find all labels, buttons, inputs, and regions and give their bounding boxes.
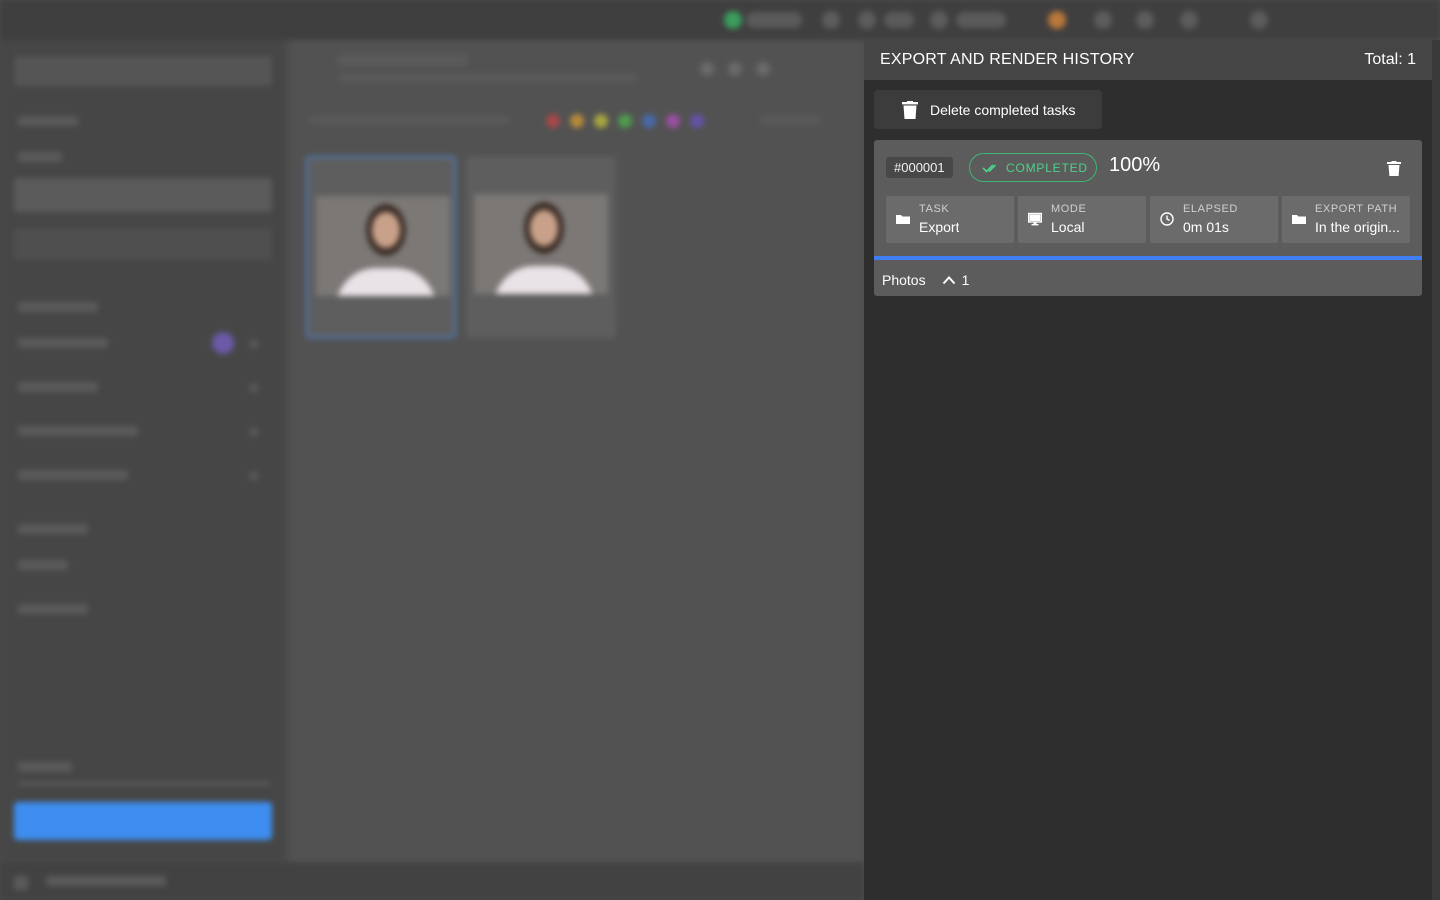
- analyze-button: [14, 802, 272, 840]
- toolbar-icon: [756, 62, 770, 76]
- sidebar-count: [250, 472, 258, 480]
- color-label-purple: [666, 114, 680, 128]
- sidebar-item: [18, 604, 88, 614]
- top-bar-chip: [884, 12, 914, 28]
- folder-icon: [896, 215, 910, 224]
- info-label: MODE: [1051, 203, 1087, 215]
- photos-toggle[interactable]: 1: [942, 272, 970, 288]
- photo-thumbnail: [306, 156, 456, 338]
- top-bar-icon: [1180, 11, 1198, 29]
- status-icon: [14, 876, 28, 890]
- info-value: In the origin...: [1315, 219, 1400, 235]
- breadcrumb: [338, 74, 638, 82]
- info-value: 0m 01s: [1183, 219, 1229, 235]
- sidebar-heading: [18, 302, 98, 312]
- toolbar-icon: [728, 62, 742, 76]
- panel-header: EXPORT AND RENDER HISTORY Total: 1: [864, 40, 1432, 80]
- top-bar-icon: [858, 11, 876, 29]
- info-label: EXPORT PATH: [1315, 203, 1398, 215]
- photo-body: [336, 268, 436, 296]
- status-text: COMPLETED: [1006, 160, 1088, 175]
- photos-label: Photos: [882, 272, 926, 288]
- photo-thumbnail: [466, 156, 616, 338]
- delete-completed-label: Delete completed tasks: [930, 101, 1076, 118]
- toolbar-tools: [310, 116, 510, 124]
- task-percent: 100%: [1109, 154, 1161, 176]
- monitor-icon: [1028, 212, 1042, 226]
- status-text: [46, 876, 166, 886]
- info-mode: MODE Local: [1018, 196, 1146, 243]
- sidebar-item: [18, 560, 68, 570]
- color-label-violet: [690, 114, 704, 128]
- app-top-bar: [0, 0, 1440, 40]
- scrollbar-track[interactable]: [1432, 40, 1440, 900]
- folder-icon: [1292, 215, 1306, 224]
- sidebar-count: [250, 384, 258, 392]
- chevron-up-icon: [942, 276, 955, 285]
- sidebar-item: [18, 338, 108, 348]
- sidebar-progress: [18, 782, 270, 785]
- sidebar-item: [18, 470, 128, 480]
- sidebar-heading: [18, 524, 88, 534]
- trash-icon[interactable]: [1387, 161, 1401, 176]
- sidebar-item: [18, 426, 138, 436]
- color-label-orange: [570, 114, 584, 128]
- double-check-icon: [982, 163, 997, 173]
- task-progress-fill: [874, 256, 1422, 260]
- sidebar-badge: [212, 332, 234, 354]
- bottom-status-bar: [0, 862, 864, 900]
- export-history-panel: EXPORT AND RENDER HISTORY Total: 1 Delet…: [864, 40, 1432, 900]
- sidebar-footer-label: [18, 762, 72, 772]
- sidebar-item: [14, 228, 272, 260]
- photo-face: [530, 210, 558, 246]
- top-bar-icon: [930, 11, 948, 29]
- top-bar-chip: [746, 12, 802, 28]
- avatar-icon: [1048, 11, 1066, 29]
- info-label: TASK: [919, 203, 950, 215]
- clock-icon: [1160, 212, 1174, 226]
- info-export-path[interactable]: EXPORT PATH In the origin...: [1282, 196, 1410, 243]
- info-elapsed: ELAPSED 0m 01s: [1150, 196, 1278, 243]
- sidebar-item-selected: [14, 178, 272, 212]
- color-label-blue: [642, 114, 656, 128]
- top-bar-icon: [1094, 11, 1112, 29]
- toolbar-icon: [700, 62, 714, 76]
- main-content: [290, 40, 864, 862]
- sidebar: [0, 40, 285, 860]
- sidebar-count: [250, 428, 258, 436]
- top-bar-icon: [1250, 11, 1268, 29]
- info-label: ELAPSED: [1183, 203, 1238, 215]
- total-count: Total: 1: [1364, 51, 1416, 68]
- page-title: [338, 54, 468, 66]
- format-select: [760, 116, 820, 124]
- top-bar-icon: [1136, 11, 1154, 29]
- sidebar-heading: [18, 152, 62, 162]
- status-badge: COMPLETED: [969, 153, 1097, 182]
- photos-row: Photos 1: [882, 270, 969, 290]
- color-label-yellow: [594, 114, 608, 128]
- info-task: TASK Export: [886, 196, 1014, 243]
- photo-image: [316, 196, 450, 296]
- task-card: #000001 COMPLETED 100% TASK Export MODE …: [874, 140, 1422, 296]
- delete-completed-tasks-button[interactable]: Delete completed tasks: [874, 90, 1102, 129]
- sidebar-count: [250, 340, 258, 348]
- color-label-red: [546, 114, 560, 128]
- photo-image: [474, 194, 608, 294]
- task-progress-bar: [874, 256, 1422, 260]
- sidebar-item: [18, 382, 98, 392]
- add-photos-button: [14, 56, 272, 86]
- info-value: Export: [919, 219, 960, 235]
- sidebar-heading: [18, 116, 78, 126]
- trash-icon: [902, 100, 918, 119]
- task-id: #000001: [886, 157, 953, 178]
- top-bar-chip: [956, 12, 1006, 28]
- top-bar-icon: [822, 11, 840, 29]
- panel-title: EXPORT AND RENDER HISTORY: [880, 51, 1135, 68]
- photo-body: [494, 266, 594, 294]
- photos-count: 1: [961, 272, 970, 288]
- photo-face: [372, 212, 400, 248]
- status-dot-icon: [724, 11, 742, 29]
- color-label-green: [618, 114, 632, 128]
- info-value: Local: [1051, 219, 1085, 235]
